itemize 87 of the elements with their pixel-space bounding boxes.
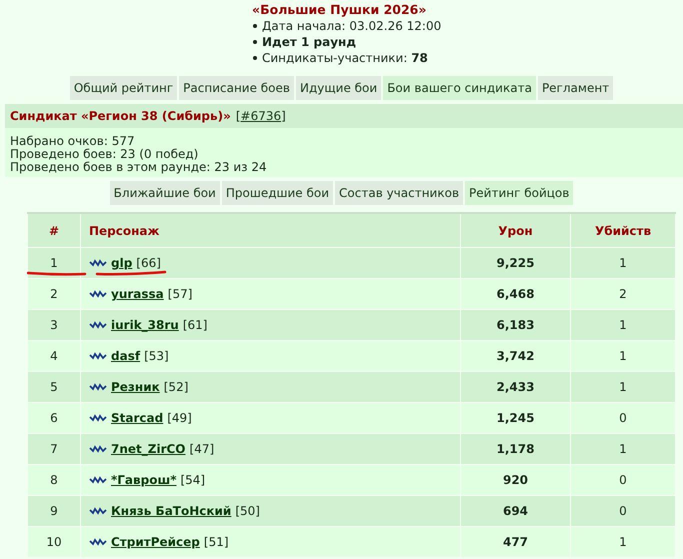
wave-icon [89,383,107,391]
player-link[interactable]: Князь БаТоНский [111,504,232,518]
rank-cell: 9 [28,496,80,526]
column-header: # [28,213,80,248]
nav-tab[interactable]: Расписание боев [179,76,294,100]
kills-cell: 0 [570,496,676,526]
column-header: Персонаж [80,213,460,248]
id-bracket: [ [236,109,241,123]
kills-cell: 1 [570,340,676,372]
wave-icon [89,290,107,298]
rank-cell: 6 [28,402,80,434]
player-link[interactable]: glp [111,256,132,270]
damage-cell: 2,433 [460,372,570,402]
syndicate-title: Синдикат «Регион 38 (Сибирь)» [10,109,231,123]
damage-cell: 1,245 [460,402,570,434]
damage-cell: 694 [460,496,570,526]
player-level: [61] [182,318,208,332]
bullet-icon [253,24,257,28]
damage-cell: 6,468 [460,278,570,310]
syndicate-id-link[interactable]: #6736 [240,109,282,123]
section-tab[interactable]: Рейтинг бойцов [465,181,574,205]
nav-tab[interactable]: Регламент [538,76,614,100]
stat-line: Проведено боев: 23 (0 побед) [10,148,200,161]
player-level: [54] [180,473,206,487]
section-tab[interactable]: Состав участников [335,181,464,205]
kills-cell: 1 [570,310,676,340]
player-link[interactable]: 7net_ZirCO [111,442,186,456]
rank-cell: 4 [28,340,80,372]
kills-cell: 1 [570,434,676,464]
player-level: [47] [190,442,214,456]
damage-cell: 477 [460,526,570,558]
kills-cell: 1 [570,248,676,278]
tournament-fact: Синдикаты-участники: 78 [262,50,428,66]
rank-cell: 8 [28,464,80,496]
stat-line: Проведено боев в этом раунде: 23 из 24 [10,161,268,174]
player-level: [52] [164,380,188,394]
nav-tab[interactable]: Общий рейтинг [70,76,178,100]
nav-tab[interactable]: Идущие бои [296,76,382,100]
id-bracket: ] [281,109,286,123]
player-link[interactable]: iurik_38ru [111,318,179,332]
player-level: [49] [167,411,192,425]
rank-cell: 1 [28,248,80,278]
kills-cell: 0 [570,464,676,496]
player-level: [50] [235,504,260,518]
rank-cell: 3 [28,310,80,340]
player-link[interactable]: Starcad [111,411,164,425]
wave-icon [89,476,107,484]
stat-line: Набрано очков: 577 [10,135,136,148]
rank-cell: 5 [28,372,80,402]
player-link[interactable]: Резник [111,380,160,394]
damage-cell: 9,225 [460,248,570,278]
section-tab[interactable]: Прошедшие бои [222,181,334,205]
wave-icon [89,538,107,546]
nav-tab[interactable]: Бои вашего синдиката [383,76,536,100]
player-level: [51] [204,535,229,549]
tournament-fact: Дата начала: 03.02.26 12:00 [262,18,442,34]
section-tab[interactable]: Ближайшие бои [110,181,220,205]
wave-icon [89,321,107,329]
bullet-icon [253,56,257,60]
player-level: [53] [144,349,169,363]
wave-icon [89,352,107,360]
rank-cell: 7 [28,434,80,464]
player-level: [66] [136,256,161,270]
tournament-fact: Идет 1 раунд [262,34,356,50]
column-header: Урон [460,213,570,248]
damage-cell: 920 [460,464,570,496]
wave-icon [89,507,107,515]
damage-cell: 3,742 [460,340,570,372]
kills-cell: 1 [570,372,676,402]
rank-cell: 2 [28,278,80,310]
damage-cell: 1,178 [460,434,570,464]
kills-cell: 1 [570,526,676,558]
wave-icon [89,445,107,453]
player-link[interactable]: *Гаврош* [111,473,176,487]
rank-cell: 10 [28,526,80,558]
wave-icon [89,414,107,422]
player-level: [57] [168,287,192,301]
kills-cell: 2 [570,278,676,310]
kills-cell: 0 [570,402,676,434]
bullet-icon [253,40,257,44]
player-link[interactable]: dasf [111,349,140,363]
wave-icon [89,259,107,267]
player-link[interactable]: СтритРейсер [111,535,200,549]
player-link[interactable]: yurassa [111,287,164,301]
damage-cell: 6,183 [460,310,570,340]
column-header: Убийств [570,213,676,248]
tournament-title: «Большие Пушки 2026» [252,2,428,18]
